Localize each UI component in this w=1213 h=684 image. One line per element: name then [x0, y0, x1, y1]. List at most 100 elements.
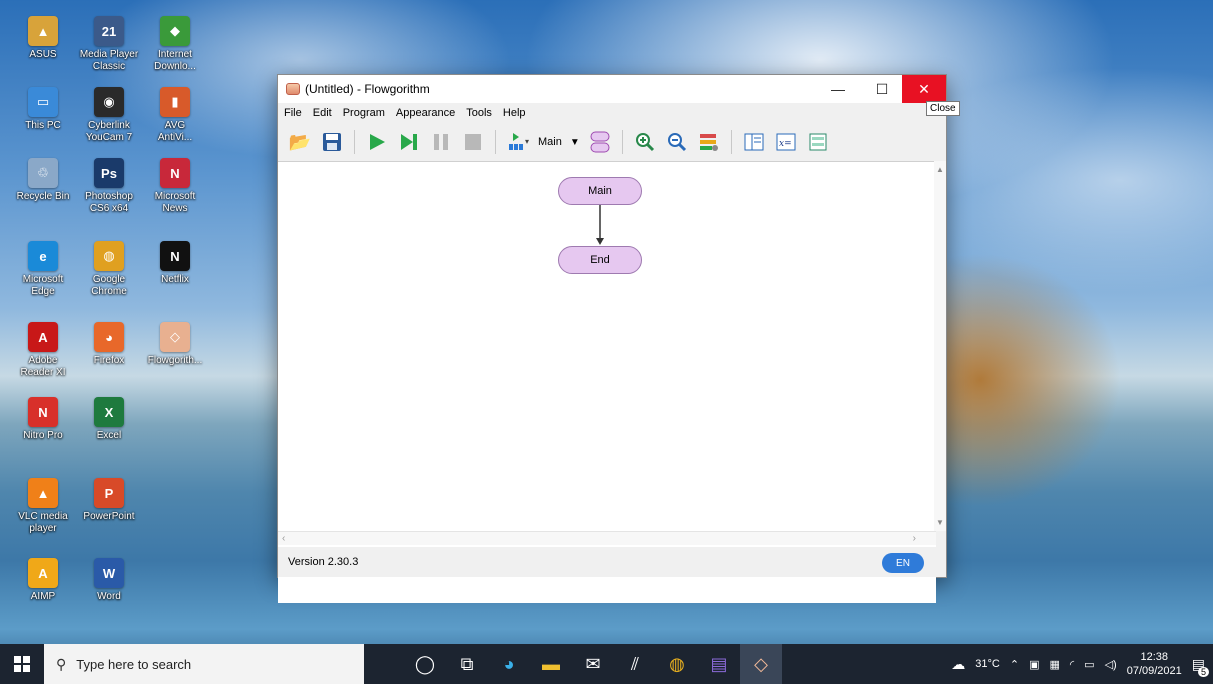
mail-icon[interactable]: ✉: [572, 644, 614, 684]
title-bar[interactable]: (Untitled) - Flowgorithm — ☐ ✕: [278, 75, 946, 103]
desktop-icon-label: Microsoft: [22, 274, 64, 285]
edge-taskbar-icon[interactable]: ◕: [488, 644, 530, 684]
zoom-in-icon[interactable]: [633, 130, 657, 154]
pause-icon[interactable]: [429, 130, 453, 154]
desktop-icon-label: Netflix: [161, 274, 189, 285]
desktop-app-icon: ▲: [28, 16, 58, 46]
desktop-icon[interactable]: Ps Photoshop CS6 x64: [77, 158, 141, 215]
run-speed-icon[interactable]: ▾: [506, 130, 530, 154]
desktop-icon-label: Firefox: [93, 355, 125, 366]
clock[interactable]: 12:38 07/09/2021: [1127, 650, 1182, 678]
desktop-icon[interactable]: e Microsoft Edge: [11, 241, 75, 298]
step-icon[interactable]: [397, 130, 421, 154]
flowchart-main-node[interactable]: Main: [558, 177, 642, 205]
flowgorithm-app-icon: [286, 83, 300, 95]
desktop-icon-label: Photoshop: [85, 191, 133, 202]
desktop-app-icon: W: [94, 558, 124, 588]
scroll-up-icon[interactable]: ▲: [936, 165, 944, 174]
vertical-scrollbar[interactable]: ▲ ▼: [934, 161, 946, 531]
desktop-icon[interactable]: ▲ ASUS: [11, 16, 75, 61]
version-label: Version 2.30.3: [288, 556, 359, 568]
desktop-icon[interactable]: ◉ Cyberlink YouCam 7: [77, 87, 141, 144]
desktop-app-icon: ◆: [160, 16, 190, 46]
zoom-out-icon[interactable]: [665, 130, 689, 154]
weather-temperature[interactable]: 31°C: [975, 658, 1000, 670]
layout-window-icon[interactable]: [742, 130, 766, 154]
desktop-icon-label: Flowgorith...: [147, 355, 203, 366]
desktop-icon[interactable]: A AIMP: [11, 558, 75, 603]
language-button[interactable]: EN: [882, 553, 924, 573]
desktop-icon-label: AntiVi...: [157, 132, 193, 143]
toolbar-separator: [621, 130, 623, 154]
flowchart-end-node[interactable]: End: [558, 246, 642, 274]
desktop-icon[interactable]: ▮ AVG AntiVi...: [143, 87, 207, 144]
scroll-right-icon[interactable]: ›: [913, 533, 916, 544]
flowgorithm-taskbar-icon[interactable]: ◇: [740, 644, 782, 684]
style-icon[interactable]: [697, 130, 721, 154]
desktop-icon[interactable]: ◕ Firefox: [77, 322, 141, 367]
tray-app-icon[interactable]: ▣: [1029, 658, 1039, 671]
notification-center-icon[interactable]: ▤ 5: [1192, 656, 1209, 677]
menu-program[interactable]: Program: [343, 107, 385, 119]
scroll-left-icon[interactable]: ‹: [282, 533, 285, 544]
desktop-icon-label: ASUS: [29, 49, 57, 60]
volume-icon[interactable]: ◁): [1105, 658, 1117, 671]
desktop-icon[interactable]: W Word: [77, 558, 141, 603]
app-taskbar-icon[interactable]: ⫽: [614, 644, 656, 684]
wifi-icon[interactable]: ◜: [1070, 658, 1074, 671]
console-icon[interactable]: [806, 130, 830, 154]
desktop-icon[interactable]: 21 Media Player Classic: [77, 16, 141, 73]
desktop-icon[interactable]: ◍ Google Chrome: [77, 241, 141, 298]
cortana-icon[interactable]: ◯: [404, 644, 446, 684]
desktop-icon[interactable]: N Netflix: [143, 241, 207, 286]
chrome-taskbar-icon[interactable]: ◍: [656, 644, 698, 684]
menu-tools[interactable]: Tools: [466, 107, 492, 119]
minimize-button[interactable]: —: [818, 75, 858, 103]
tray-app-icon[interactable]: ▦: [1050, 658, 1060, 671]
desktop-icon-label: Google: [92, 274, 126, 285]
variable-watch-icon[interactable]: x=: [774, 130, 798, 154]
desktop-icon-label: News: [162, 203, 188, 214]
desktop-app-icon: e: [28, 241, 58, 271]
desktop-icon[interactable]: ▭ This PC: [11, 87, 75, 132]
winrar-taskbar-icon[interactable]: ▤: [698, 644, 740, 684]
save-icon[interactable]: [320, 130, 344, 154]
manage-functions-icon[interactable]: [588, 130, 612, 154]
desktop-icon-label: Media Player: [79, 49, 139, 60]
show-hidden-icons-icon[interactable]: ⌃: [1010, 658, 1019, 671]
search-placeholder: Type here to search: [76, 656, 192, 672]
desktop-icon-label: Nitro Pro: [23, 430, 63, 441]
desktop-icon-label: CS6 x64: [89, 203, 129, 214]
desktop-icon[interactable]: N Nitro Pro: [11, 397, 75, 442]
desktop-icon[interactable]: P PowerPoint: [77, 478, 141, 523]
function-select-value: Main: [538, 136, 562, 148]
stop-icon[interactable]: [461, 130, 485, 154]
file-explorer-icon[interactable]: ▬: [530, 644, 572, 684]
run-icon[interactable]: [365, 130, 389, 154]
desktop-icon-label: Word: [97, 591, 121, 602]
menu-edit[interactable]: Edit: [313, 107, 332, 119]
windows-start-icon[interactable]: [0, 644, 44, 684]
menu-file[interactable]: File: [284, 107, 302, 119]
open-folder-icon[interactable]: 📂: [288, 130, 312, 154]
task-view-icon[interactable]: ⧉: [446, 644, 488, 684]
scroll-down-icon[interactable]: ▼: [936, 518, 944, 527]
weather-icon[interactable]: ☁: [951, 656, 965, 673]
maximize-button[interactable]: ☐: [862, 75, 902, 103]
battery-icon[interactable]: ▭: [1084, 658, 1094, 671]
desktop-icon[interactable]: ♲ Recycle Bin: [11, 158, 75, 203]
desktop-icon[interactable]: X Excel: [77, 397, 141, 442]
function-select[interactable]: Main ▼: [538, 136, 580, 148]
horizontal-scrollbar[interactable]: ‹ ›: [278, 531, 936, 545]
desktop-icon[interactable]: ◇ Flowgorith...: [143, 322, 207, 367]
desktop-icon[interactable]: N Microsoft News: [143, 158, 207, 215]
desktop-app-icon: ◇: [160, 322, 190, 352]
menu-help[interactable]: Help: [503, 107, 526, 119]
close-button[interactable]: ✕: [902, 75, 946, 103]
menu-appearance[interactable]: Appearance: [396, 107, 455, 119]
desktop-icon[interactable]: A Adobe Reader XI: [11, 322, 75, 379]
desktop-icon[interactable]: ▲ VLC media player: [11, 478, 75, 535]
flowgorithm-window: (Untitled) - Flowgorithm — ☐ ✕ File Edit…: [277, 74, 947, 603]
desktop-icon[interactable]: ◆ Internet Downlo...: [143, 16, 207, 73]
taskbar-search-box[interactable]: ⚲ Type here to search: [44, 644, 364, 684]
